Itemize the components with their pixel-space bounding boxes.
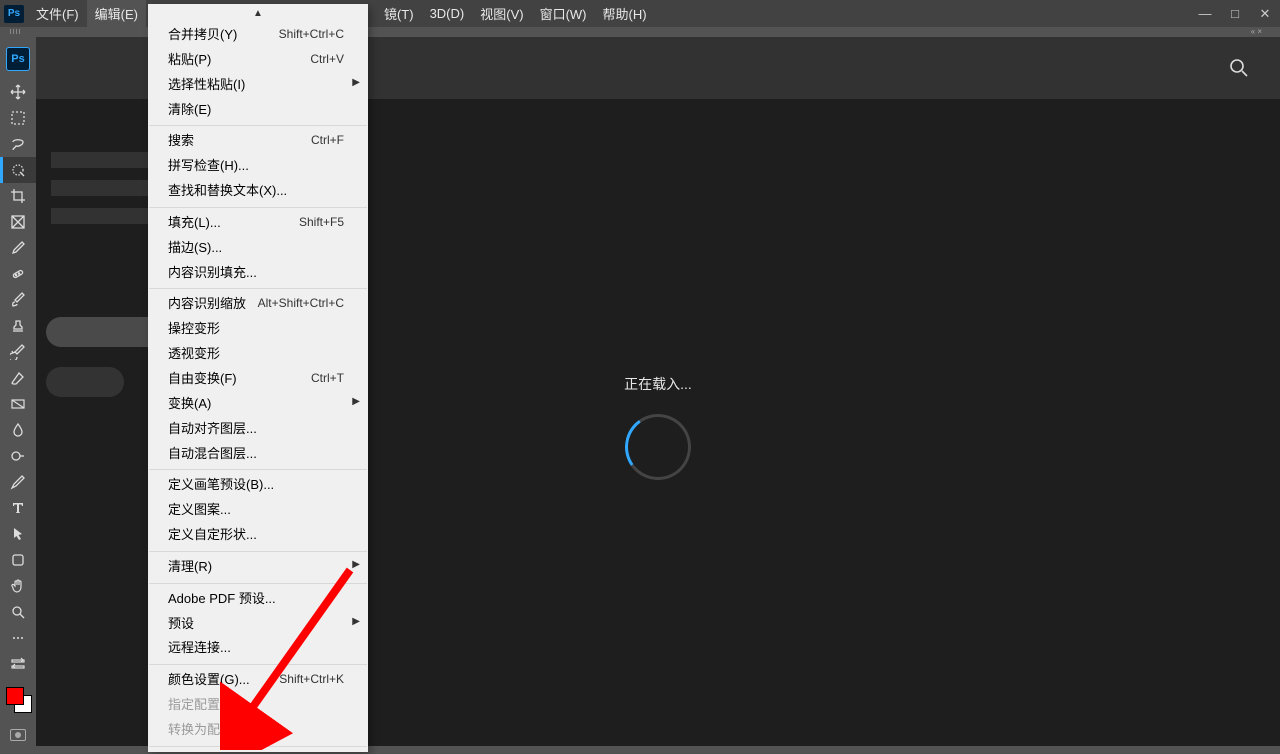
menu-3d[interactable]: 3D(D)	[422, 0, 473, 27]
menu-item[interactable]: 操控变形	[148, 317, 368, 342]
tool-eraser[interactable]	[0, 365, 36, 391]
tool-quick-select[interactable]	[0, 157, 36, 183]
tool-dodge[interactable]	[0, 443, 36, 469]
options-collapse-icon[interactable]: « ×	[1251, 27, 1262, 36]
menu-item[interactable]: 粘贴(P)Ctrl+V	[148, 48, 368, 73]
tool-marquee[interactable]	[0, 105, 36, 131]
tool-eyedropper[interactable]	[0, 235, 36, 261]
menu-filter-partial[interactable]: 镜(T)	[376, 0, 422, 27]
menu-item: 转换为配置文件(V)...	[148, 718, 368, 743]
menu-item[interactable]: 预设▶	[148, 612, 368, 637]
color-swatches[interactable]	[6, 687, 30, 715]
menu-item[interactable]: 定义自定形状...	[148, 523, 368, 548]
tool-gradient[interactable]	[0, 391, 36, 417]
menu-separator	[149, 583, 367, 584]
search-icon[interactable]	[1228, 57, 1250, 79]
menu-item[interactable]: 内容识别填充...	[148, 261, 368, 286]
menu-item[interactable]: 查找和替换文本(X)...	[148, 179, 368, 204]
menu-separator	[149, 551, 367, 552]
submenu-arrow-icon: ▶	[352, 615, 360, 630]
menu-item[interactable]: 选择性粘贴(I)▶	[148, 73, 368, 98]
menu-item[interactable]: 定义画笔预设(B)...	[148, 473, 368, 498]
quick-mask-icon[interactable]	[10, 729, 26, 741]
menu-item[interactable]: 自由变换(F)Ctrl+T	[148, 367, 368, 392]
tool-history-brush[interactable]	[0, 339, 36, 365]
menu-separator	[149, 469, 367, 470]
loading-spinner-icon	[620, 408, 696, 484]
menu-separator	[149, 746, 367, 747]
tool-lasso[interactable]	[0, 131, 36, 157]
ps-logo-icon: Ps	[4, 5, 24, 23]
menu-item[interactable]: 变换(A)▶	[148, 392, 368, 417]
menu-window[interactable]: 窗口(W)	[532, 0, 595, 27]
foreground-color-swatch[interactable]	[6, 687, 24, 705]
menu-separator	[149, 664, 367, 665]
tool-more-icon[interactable]	[0, 625, 36, 651]
panel-grip-icon[interactable]	[10, 29, 20, 34]
tool-pen[interactable]	[0, 469, 36, 495]
tool-heal[interactable]	[0, 261, 36, 287]
menu-item[interactable]: 内容识别缩放Alt+Shift+Ctrl+C	[148, 292, 368, 317]
tool-edit-toolbar-icon[interactable]	[0, 651, 36, 677]
tool-blur[interactable]	[0, 417, 36, 443]
tool-type[interactable]	[0, 495, 36, 521]
menu-edit[interactable]: 编辑(E)	[87, 0, 146, 27]
tool-zoom[interactable]	[0, 599, 36, 625]
menu-item[interactable]: 搜索Ctrl+F	[148, 129, 368, 154]
menu-item[interactable]: 清理(R)▶	[148, 555, 368, 580]
menu-item[interactable]: 拼写检查(H)...	[148, 154, 368, 179]
maximize-button[interactable]: □	[1220, 0, 1250, 27]
tool-frame[interactable]	[0, 209, 36, 235]
tool-shape[interactable]	[0, 547, 36, 573]
submenu-arrow-icon: ▶	[352, 558, 360, 573]
tool-brush[interactable]	[0, 287, 36, 313]
loading-text: 正在载入...	[624, 374, 692, 394]
menu-item[interactable]: 键盘快捷键...Alt+Shift+Ctrl+K	[148, 750, 368, 752]
menu-separator	[149, 207, 367, 208]
menu-help[interactable]: 帮助(H)	[595, 0, 655, 27]
tools-panel: Ps	[0, 37, 36, 754]
tool-move[interactable]	[0, 79, 36, 105]
window-controls: — □ ✕	[1190, 0, 1280, 27]
menu-item[interactable]: 透视变形	[148, 342, 368, 367]
tool-hand[interactable]	[0, 573, 36, 599]
edit-menu-dropdown: ▲ 合并拷贝(Y)Shift+Ctrl+C粘贴(P)Ctrl+V选择性粘贴(I)…	[148, 4, 368, 752]
menu-item[interactable]: 填充(L)...Shift+F5	[148, 211, 368, 236]
menu-item[interactable]: 清除(E)	[148, 98, 368, 123]
menu-scroll-up-icon[interactable]: ▲	[148, 6, 368, 23]
menu-item: 指定配置文件...	[148, 693, 368, 718]
menu-item[interactable]: 合并拷贝(Y)Shift+Ctrl+C	[148, 23, 368, 48]
menu-item[interactable]: 自动对齐图层...	[148, 417, 368, 442]
menu-item[interactable]: 定义图案...	[148, 498, 368, 523]
menu-separator	[149, 288, 367, 289]
tool-stamp[interactable]	[0, 313, 36, 339]
menu-view[interactable]: 视图(V)	[472, 0, 531, 27]
menu-item[interactable]: 远程连接...	[148, 636, 368, 661]
submenu-arrow-icon: ▶	[352, 76, 360, 91]
close-button[interactable]: ✕	[1250, 0, 1280, 27]
menu-file[interactable]: 文件(F)	[28, 0, 87, 27]
tool-path-select[interactable]	[0, 521, 36, 547]
tool-crop[interactable]	[0, 183, 36, 209]
minimize-button[interactable]: —	[1190, 0, 1220, 27]
secondary-pill-button[interactable]	[46, 367, 124, 397]
menu-item[interactable]: Adobe PDF 预设...	[148, 587, 368, 612]
app-icon: Ps	[0, 0, 28, 27]
menu-item[interactable]: 自动混合图层...	[148, 442, 368, 467]
menu-item[interactable]: 颜色设置(G)...Shift+Ctrl+K	[148, 668, 368, 693]
submenu-arrow-icon: ▶	[352, 395, 360, 410]
menu-separator	[149, 125, 367, 126]
ps-home-icon[interactable]: Ps	[6, 47, 30, 71]
menu-item[interactable]: 描边(S)...	[148, 236, 368, 261]
